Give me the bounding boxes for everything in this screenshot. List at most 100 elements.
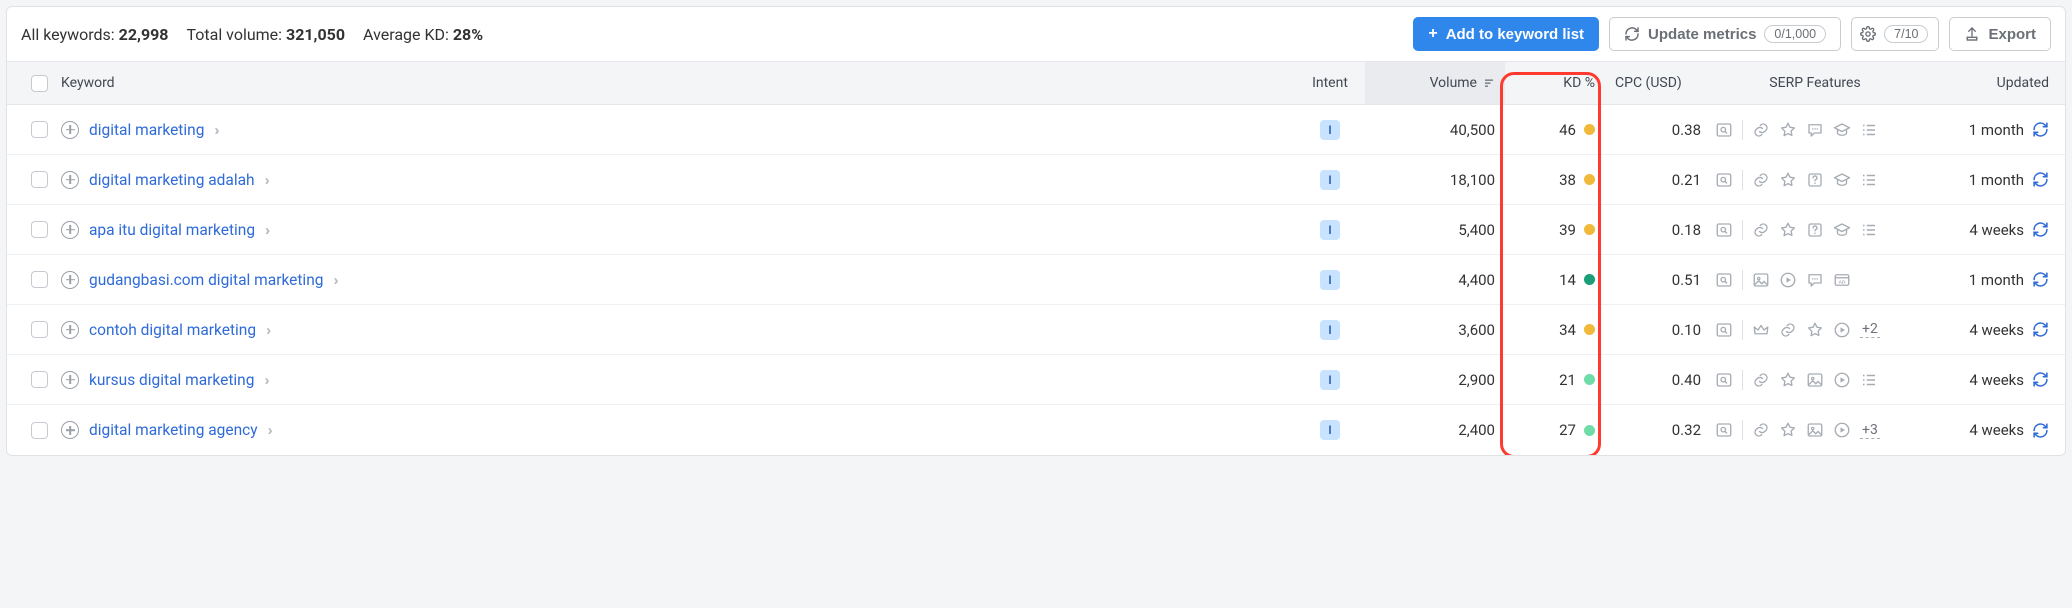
serp-search-icon[interactable]: [1715, 371, 1733, 389]
video-icon[interactable]: [1779, 271, 1797, 289]
row-checkbox[interactable]: [31, 271, 48, 288]
star-icon[interactable]: [1779, 421, 1797, 439]
star-icon[interactable]: [1779, 221, 1797, 239]
list-icon[interactable]: [1860, 371, 1878, 389]
crown-icon[interactable]: [1752, 321, 1770, 339]
list-icon[interactable]: [1860, 171, 1878, 189]
refresh-row-icon[interactable]: [2032, 271, 2049, 288]
serp-search-icon[interactable]: [1715, 421, 1733, 439]
row-checkbox[interactable]: [31, 371, 48, 388]
kd-dot-icon: [1584, 425, 1595, 436]
serp-search-icon[interactable]: [1715, 271, 1733, 289]
updated-value: 1 month: [1969, 271, 2024, 289]
faq-icon[interactable]: [1806, 221, 1824, 239]
keyword-link[interactable]: kursus digital marketing: [89, 371, 254, 389]
link-icon[interactable]: [1752, 371, 1770, 389]
link-icon[interactable]: [1752, 221, 1770, 239]
chat-icon[interactable]: [1806, 121, 1824, 139]
intent-badge[interactable]: I: [1320, 370, 1340, 390]
export-label: Export: [1988, 26, 2036, 43]
intent-badge[interactable]: I: [1320, 420, 1340, 440]
chevron-right-icon: ››: [266, 321, 267, 339]
keyword-link[interactable]: digital marketing: [89, 121, 204, 139]
intent-badge[interactable]: I: [1320, 220, 1340, 240]
settings-button[interactable]: 7/10: [1851, 17, 1939, 51]
expand-icon[interactable]: [61, 271, 79, 289]
refresh-row-icon[interactable]: [2032, 321, 2049, 338]
col-serp-header[interactable]: SERP Features: [1705, 75, 1925, 91]
add-to-keyword-list-button[interactable]: + Add to keyword list: [1413, 17, 1599, 51]
star-icon[interactable]: [1806, 321, 1824, 339]
star-icon[interactable]: [1779, 171, 1797, 189]
col-updated-header[interactable]: Updated: [1925, 75, 2065, 91]
video-icon[interactable]: [1833, 371, 1851, 389]
intent-badge[interactable]: I: [1320, 170, 1340, 190]
keyword-link[interactable]: contoh digital marketing: [89, 321, 256, 339]
kd-dot-icon: [1584, 124, 1595, 135]
link-icon[interactable]: [1752, 121, 1770, 139]
all-keywords-value: 22,998: [119, 25, 169, 44]
export-button[interactable]: Export: [1949, 17, 2051, 51]
row-checkbox[interactable]: [31, 221, 48, 238]
keyword-link[interactable]: digital marketing adalah: [89, 171, 255, 189]
serp-search-icon[interactable]: [1715, 121, 1733, 139]
edu-icon[interactable]: [1833, 221, 1851, 239]
keyword-link[interactable]: apa itu digital marketing: [89, 221, 255, 239]
serp-overflow[interactable]: +3: [1860, 422, 1880, 439]
row-checkbox[interactable]: [31, 121, 48, 138]
keyword-link[interactable]: digital marketing agency: [89, 421, 258, 439]
col-cpc-header[interactable]: CPC (USD): [1605, 75, 1705, 91]
intent-badge[interactable]: I: [1320, 320, 1340, 340]
refresh-row-icon[interactable]: [2032, 171, 2049, 188]
link-icon[interactable]: [1779, 321, 1797, 339]
edu-icon[interactable]: [1833, 171, 1851, 189]
chat-icon[interactable]: [1806, 271, 1824, 289]
refresh-row-icon[interactable]: [2032, 371, 2049, 388]
link-icon[interactable]: [1752, 421, 1770, 439]
serp-search-icon[interactable]: [1715, 321, 1733, 339]
expand-icon[interactable]: [61, 421, 79, 439]
image-icon[interactable]: [1806, 421, 1824, 439]
refresh-row-icon[interactable]: [2032, 422, 2049, 439]
image-icon[interactable]: [1806, 371, 1824, 389]
update-metrics-button[interactable]: Update metrics 0/1,000: [1609, 17, 1841, 51]
expand-icon[interactable]: [61, 221, 79, 239]
table-row: kursus digital marketing››I2,900210.404 …: [7, 355, 2065, 405]
link-icon[interactable]: [1752, 171, 1770, 189]
star-icon[interactable]: [1779, 371, 1797, 389]
col-volume-header[interactable]: Volume: [1365, 62, 1505, 104]
intent-badge[interactable]: I: [1320, 270, 1340, 290]
expand-icon[interactable]: [61, 121, 79, 139]
col-intent-header[interactable]: Intent: [1295, 75, 1365, 91]
keyword-link[interactable]: gudangbasi.com digital marketing: [89, 271, 323, 289]
serp-features: +3: [1705, 420, 1925, 440]
serp-search-icon[interactable]: [1715, 221, 1733, 239]
refresh-row-icon[interactable]: [2032, 121, 2049, 138]
row-checkbox[interactable]: [31, 422, 48, 439]
select-all-checkbox[interactable]: [31, 75, 48, 92]
row-checkbox[interactable]: [31, 171, 48, 188]
star-icon[interactable]: [1779, 121, 1797, 139]
row-checkbox[interactable]: [31, 321, 48, 338]
summary-stats: All keywords: 22,998 Total volume: 321,0…: [21, 25, 483, 44]
updated-value: 4 weeks: [1969, 421, 2024, 439]
list-icon[interactable]: [1860, 221, 1878, 239]
video-icon[interactable]: [1833, 421, 1851, 439]
serp-overflow[interactable]: +2: [1860, 321, 1880, 338]
refresh-row-icon[interactable]: [2032, 221, 2049, 238]
intent-badge[interactable]: I: [1320, 120, 1340, 140]
image-icon[interactable]: [1752, 271, 1770, 289]
col-kd-header[interactable]: KD %: [1505, 75, 1605, 91]
edu-icon[interactable]: [1833, 121, 1851, 139]
volume-value: 2,900: [1365, 371, 1505, 389]
video-icon[interactable]: [1833, 321, 1851, 339]
keyword-panel: All keywords: 22,998 Total volume: 321,0…: [6, 6, 2066, 456]
faq-icon[interactable]: [1806, 171, 1824, 189]
site-icon[interactable]: [1833, 271, 1851, 289]
expand-icon[interactable]: [61, 171, 79, 189]
expand-icon[interactable]: [61, 321, 79, 339]
col-keyword-header[interactable]: Keyword: [51, 75, 1295, 91]
list-icon[interactable]: [1860, 121, 1878, 139]
serp-search-icon[interactable]: [1715, 171, 1733, 189]
expand-icon[interactable]: [61, 371, 79, 389]
